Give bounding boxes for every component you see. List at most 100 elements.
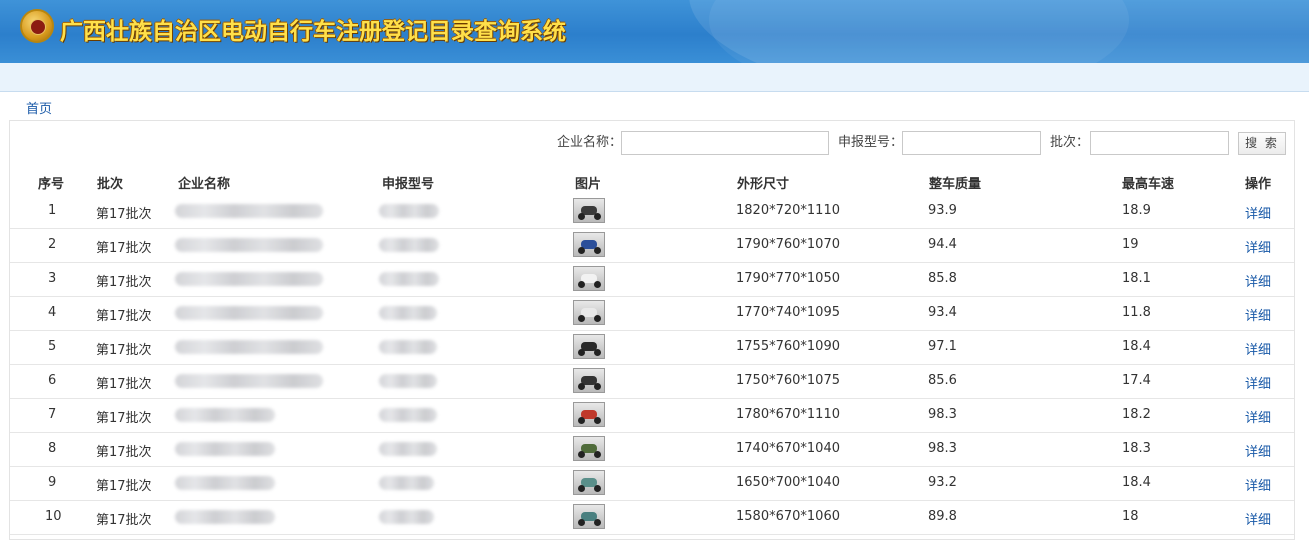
detail-link[interactable]: 详细 [1245,203,1271,222]
row-dimensions: 1790*770*1050 [736,271,840,286]
vehicle-thumbnail[interactable] [573,232,605,257]
model-redacted [379,340,437,354]
column-header-dimensions: 外形尺寸 [737,177,790,192]
row-weight: 98.3 [928,441,957,456]
row-index: 3 [48,271,57,286]
company-name-redacted [175,442,275,456]
row-batch: 第17批次 [96,241,152,256]
row-max-speed: 11.8 [1122,305,1151,320]
vehicle-thumbnail[interactable] [573,266,605,291]
company-name-redacted [175,510,275,524]
row-batch: 第17批次 [96,309,152,324]
row-index: 10 [45,509,62,524]
row-weight: 93.2 [928,475,957,490]
table-row: 3 第17批次 1790*770*1050 85.8 18.1 详细 [10,262,1294,297]
column-header-batch: 批次 [97,177,124,192]
column-header-image: 图片 [575,177,602,192]
model-redacted [379,476,434,490]
row-max-speed: 18 [1122,509,1139,524]
row-max-speed: 18.1 [1122,271,1151,286]
row-weight: 93.9 [928,203,957,218]
vehicle-thumbnail[interactable] [573,334,605,359]
row-weight: 93.4 [928,305,957,320]
row-dimensions: 1820*720*1110 [736,203,840,218]
vehicle-thumbnail[interactable] [573,504,605,529]
model-redacted [379,374,437,388]
row-max-speed: 18.4 [1122,475,1151,490]
row-index: 9 [48,475,57,490]
header-banner: 广西壮族自治区电动自行车注册登记目录查询系统 [0,0,1309,63]
detail-link[interactable]: 详细 [1245,305,1271,324]
detail-link[interactable]: 详细 [1245,509,1271,528]
company-name-input[interactable] [621,131,829,155]
company-name-redacted [175,272,323,286]
table-row: 6 第17批次 1750*760*1075 85.6 17.4 详细 [10,364,1294,399]
company-name-redacted [175,204,323,218]
row-weight: 89.8 [928,509,957,524]
row-index: 8 [48,441,57,456]
model-redacted [379,408,437,422]
table-row: 4 第17批次 1770*740*1095 93.4 11.8 详细 [10,296,1294,331]
vehicle-thumbnail[interactable] [573,368,605,393]
row-dimensions: 1780*670*1110 [736,407,840,422]
table-row: 2 第17批次 1790*760*1070 94.4 19 详细 [10,228,1294,263]
vehicle-thumbnail[interactable] [573,300,605,325]
row-weight: 85.8 [928,271,957,286]
detail-link[interactable]: 详细 [1245,475,1271,494]
row-weight: 98.3 [928,407,957,422]
detail-link[interactable]: 详细 [1245,441,1271,460]
batch-label: 批次： [1050,135,1090,150]
row-batch: 第17批次 [96,377,152,392]
vehicle-thumbnail[interactable] [573,402,605,427]
row-batch: 第17批次 [96,207,152,222]
breadcrumb-home-link[interactable]: 首页 [26,98,52,117]
model-label: 申报型号： [838,135,904,150]
row-dimensions: 1755*760*1090 [736,339,840,354]
vehicle-thumbnail[interactable] [573,470,605,495]
row-dimensions: 1750*760*1075 [736,373,840,388]
column-header-max-speed: 最高车速 [1122,177,1175,192]
row-index: 6 [48,373,57,388]
row-batch: 第17批次 [96,275,152,290]
row-index: 2 [48,237,57,252]
column-header-model: 申报型号 [382,177,435,192]
table-row: 5 第17批次 1755*760*1090 97.1 18.4 详细 [10,330,1294,365]
search-button[interactable]: 搜 索 [1238,132,1286,155]
row-batch: 第17批次 [96,343,152,358]
row-dimensions: 1770*740*1095 [736,305,840,320]
model-redacted [379,204,439,218]
row-batch: 第17批次 [96,513,152,528]
model-redacted [379,510,434,524]
detail-link[interactable]: 详细 [1245,339,1271,358]
model-input[interactable] [902,131,1041,155]
column-header-weight: 整车质量 [929,177,982,192]
column-header-index: 序号 [38,177,65,192]
row-max-speed: 18.3 [1122,441,1151,456]
row-batch: 第17批次 [96,445,152,460]
row-batch: 第17批次 [96,479,152,494]
row-max-speed: 17.4 [1122,373,1151,388]
detail-link[interactable]: 详细 [1245,373,1271,392]
police-emblem-icon [20,9,54,43]
vehicle-thumbnail[interactable] [573,198,605,223]
table-row: 7 第17批次 1780*670*1110 98.3 18.2 详细 [10,398,1294,433]
company-name-redacted [175,306,323,320]
banner-decoration [709,0,1129,63]
row-index: 7 [48,407,57,422]
row-dimensions: 1580*670*1060 [736,509,840,524]
vehicle-thumbnail[interactable] [573,436,605,461]
company-name-redacted [175,374,323,388]
batch-input[interactable] [1090,131,1229,155]
row-weight: 97.1 [928,339,957,354]
model-redacted [379,442,437,456]
column-header-action: 操作 [1245,177,1272,192]
detail-link[interactable]: 详细 [1245,271,1271,290]
row-batch: 第17批次 [96,411,152,426]
row-weight: 94.4 [928,237,957,252]
table-row: 8 第17批次 1740*670*1040 98.3 18.3 详细 [10,432,1294,467]
company-name-label: 企业名称： [557,135,623,150]
detail-link[interactable]: 详细 [1245,237,1271,256]
detail-link[interactable]: 详细 [1245,407,1271,426]
model-redacted [379,238,439,252]
row-index: 5 [48,339,57,354]
